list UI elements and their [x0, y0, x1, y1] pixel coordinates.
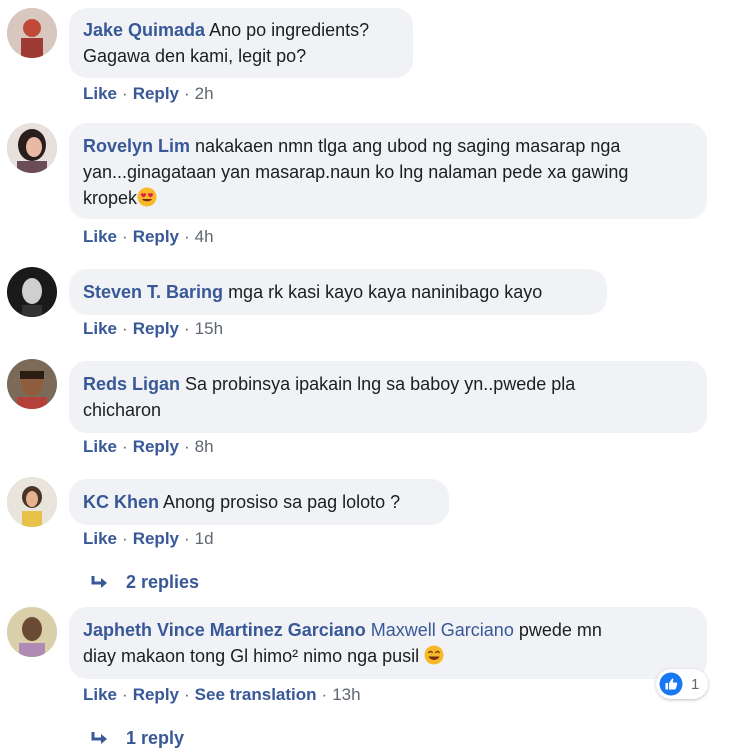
- comment-author[interactable]: Steven T. Baring: [83, 282, 223, 302]
- reaction-badge[interactable]: 1: [656, 669, 708, 699]
- comment-time[interactable]: 8h: [195, 437, 214, 456]
- like-link[interactable]: Like: [83, 529, 117, 548]
- reply-arrow-icon: [91, 731, 107, 744]
- like-link[interactable]: Like: [83, 685, 117, 704]
- comment-author[interactable]: Japheth Vince Martinez Garciano: [83, 620, 366, 640]
- replies-count[interactable]: 1 reply: [126, 728, 184, 749]
- avatar[interactable]: [7, 123, 57, 173]
- comment-text: pwede mn: [518, 620, 602, 640]
- comment-text: Anong prosiso sa pag loloto ?: [163, 492, 401, 512]
- like-link[interactable]: Like: [83, 227, 117, 246]
- avatar[interactable]: [7, 267, 57, 317]
- comment-author[interactable]: Rovelyn Lim: [83, 136, 190, 156]
- view-replies-link[interactable]: 1 reply: [90, 728, 184, 749]
- comment-actions: Like · Reply · See translation · 13h: [83, 685, 361, 704]
- like-link[interactable]: Like: [83, 437, 117, 456]
- comment-time[interactable]: 15h: [195, 319, 223, 338]
- comment-bubble: Reds Ligan Sa probinsya ipakain lng sa b…: [69, 361, 707, 433]
- comment-text: Sa probinsya ipakain lng sa baboy yn..pw…: [185, 374, 576, 394]
- comment-time[interactable]: 4h: [195, 227, 214, 246]
- like-reaction-icon: [659, 672, 683, 696]
- view-replies-link[interactable]: 2 replies: [90, 572, 199, 593]
- comment-text: kropek: [83, 188, 138, 208]
- avatar[interactable]: [7, 8, 57, 58]
- comment-time[interactable]: 2h: [195, 84, 214, 103]
- avatar[interactable]: [7, 607, 57, 657]
- comment-bubble: Rovelyn Lim nakakaen nmn tlga ang ubod n…: [69, 123, 707, 219]
- comment-text: diay makaon tong Gl himo² nimo nga pusil: [83, 646, 420, 666]
- reaction-count: 1: [691, 675, 700, 693]
- comment-actions: Like · Reply · 1d: [83, 529, 214, 548]
- replies-count[interactable]: 2 replies: [126, 572, 199, 593]
- comment-author[interactable]: Reds Ligan: [83, 374, 180, 394]
- avatar[interactable]: [7, 359, 57, 409]
- comment-text: Gagawa den kami, legit po?: [83, 46, 307, 66]
- reply-arrow-icon: [91, 575, 107, 588]
- reply-link[interactable]: Reply: [133, 84, 179, 103]
- comment-author[interactable]: KC Khen: [83, 492, 159, 512]
- like-link[interactable]: Like: [83, 84, 117, 103]
- comment-author[interactable]: Jake Quimada: [83, 20, 205, 40]
- see-translation-link[interactable]: See translation: [195, 685, 317, 704]
- emoji-smile-icon: [424, 645, 444, 672]
- comment-text: chicharon: [83, 400, 162, 420]
- comment-actions: Like · Reply · 4h: [83, 227, 214, 246]
- reply-link[interactable]: Reply: [133, 437, 179, 456]
- avatar[interactable]: [7, 477, 57, 527]
- reply-link[interactable]: Reply: [133, 685, 179, 704]
- mention-link[interactable]: Maxwell Garciano: [371, 620, 514, 640]
- emoji-heart-eyes-icon: [137, 187, 157, 214]
- comment-bubble: Jake Quimada Ano po ingredients? Gagawa …: [69, 8, 413, 78]
- like-link[interactable]: Like: [83, 319, 117, 338]
- comment-time[interactable]: 1d: [195, 529, 214, 548]
- comment-actions: Like · Reply · 2h: [83, 84, 214, 103]
- comment-time[interactable]: 13h: [332, 685, 360, 704]
- reply-link[interactable]: Reply: [133, 227, 179, 246]
- comment-text: mga rk kasi kayo kaya naninibago kayo: [228, 282, 543, 302]
- reply-link[interactable]: Reply: [133, 319, 179, 338]
- comment-actions: Like · Reply · 15h: [83, 319, 224, 338]
- reply-link[interactable]: Reply: [133, 529, 179, 548]
- comment-bubble: KC Khen Anong prosiso sa pag loloto ?: [69, 479, 449, 525]
- comment-text: Ano po ingredients?: [209, 20, 370, 40]
- comment-text: yan...ginagataan yan masarap.naun ko lng…: [83, 162, 629, 182]
- comment-actions: Like · Reply · 8h: [83, 437, 214, 456]
- comment-text: nakakaen nmn tlga ang ubod ng saging mas…: [195, 136, 621, 156]
- comment-bubble: Japheth Vince Martinez Garciano Maxwell …: [69, 607, 707, 679]
- comment-bubble: Steven T. Baring mga rk kasi kayo kaya n…: [69, 269, 607, 315]
